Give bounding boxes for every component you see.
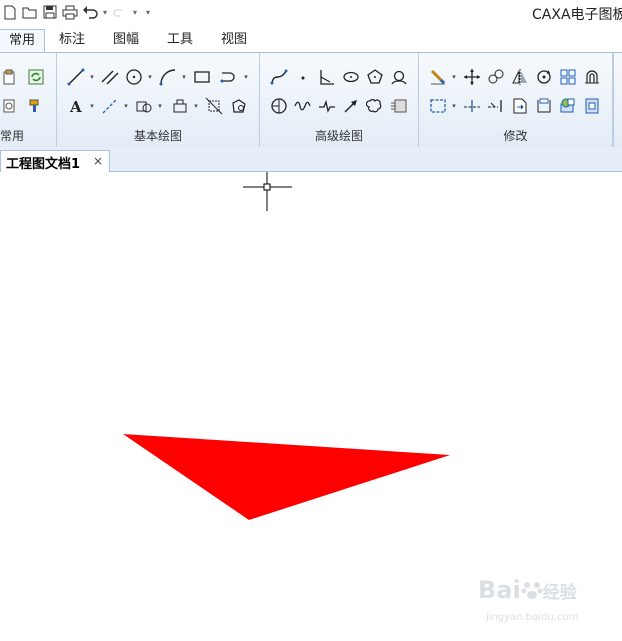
move-icon[interactable] [461, 66, 483, 88]
hatch-line-icon[interactable] [99, 95, 121, 117]
ribbon-tab-bar: 常用 标注 图幅 工具 视图 [0, 26, 622, 54]
watermark-brand-cn: 经验 [542, 583, 577, 603]
drawing-canvas[interactable] [0, 170, 622, 638]
undo-icon[interactable] [80, 3, 100, 21]
red-triangle[interactable] [123, 434, 450, 520]
title-bar: ▾ ▾ ▾ CAXA电子图板 [0, 0, 622, 26]
group-basic-draw-label: 基本绘图 [133, 129, 182, 143]
undo-dropdown-icon[interactable]: ▾ [100, 3, 110, 21]
copy-icon[interactable] [485, 66, 507, 88]
mirror-icon[interactable] [509, 66, 531, 88]
trim-icon[interactable] [461, 95, 483, 117]
line-dropdown-icon[interactable]: ▾ [88, 66, 96, 88]
document-tab-bar: 工程图文档1 × [0, 147, 622, 172]
group-next-partial [613, 53, 622, 147]
rectangle-icon[interactable] [191, 66, 213, 88]
stretch-icon[interactable] [581, 95, 603, 117]
quick-access-toolbar: ▾ ▾ ▾ [0, 3, 156, 21]
array-icon[interactable] [557, 66, 579, 88]
baidu-watermark: Bai 经验 jingyan.baidu.com [478, 570, 598, 630]
break-line-icon[interactable] [316, 95, 338, 117]
point-icon[interactable] [292, 66, 314, 88]
block-dropdown-icon[interactable]: ▾ [192, 95, 200, 117]
wave-line-icon[interactable] [292, 95, 314, 117]
offset-icon[interactable] [581, 66, 603, 88]
print-icon[interactable] [60, 3, 80, 21]
polygon-shape-icon[interactable] [364, 66, 386, 88]
extend-icon[interactable] [485, 95, 507, 117]
line-icon[interactable] [65, 66, 87, 88]
cloud-line-icon[interactable] [364, 95, 386, 117]
circle-icon[interactable] [123, 66, 145, 88]
window-title: CAXA电子图板 [532, 7, 622, 23]
group-common: 常用 [0, 53, 57, 147]
group-advanced-draw: 高级绘图 [260, 53, 419, 147]
erase-icon[interactable] [427, 66, 449, 88]
save-icon[interactable] [40, 3, 60, 21]
angle-line-icon[interactable] [316, 66, 338, 88]
redo-dropdown-icon[interactable]: ▾ [130, 3, 140, 21]
text-icon[interactable]: A [65, 95, 87, 117]
spline-icon[interactable] [268, 66, 290, 88]
watermark-logo: Bai 经验 [478, 576, 577, 604]
donut-icon[interactable] [268, 95, 290, 117]
arc-dropdown-icon[interactable]: ▾ [180, 66, 188, 88]
select-window-icon[interactable] [427, 95, 449, 117]
properties-icon[interactable] [0, 95, 20, 117]
tab-common[interactable]: 常用 [0, 29, 45, 54]
paw-icon [521, 582, 543, 599]
ellipse-icon[interactable] [340, 66, 362, 88]
redo-icon[interactable] [110, 3, 130, 21]
select-dropdown-icon[interactable]: ▾ [450, 95, 458, 117]
fill-dropdown-icon[interactable]: ▾ [156, 95, 164, 117]
block-icon[interactable] [169, 95, 191, 117]
break-icon[interactable] [509, 95, 531, 117]
centerline-dropdown-icon[interactable]: ▾ [242, 66, 250, 88]
arrow-icon[interactable] [340, 95, 362, 117]
group-modify-label: 修改 [503, 129, 528, 143]
polygon-icon[interactable] [228, 95, 250, 117]
tab-tools[interactable]: 工具 [160, 29, 200, 51]
ribbon-panel: 常用 ▾ ▾ ▾ ▾ A ▾ ▾ ▾ ▾ 基本绘图 高级绘图 ▾ ▾ 修改 [0, 52, 622, 148]
circle-dropdown-icon[interactable]: ▾ [146, 66, 154, 88]
trim-box-icon[interactable] [203, 95, 225, 117]
tab-view[interactable]: 视图 [214, 29, 254, 51]
centerline-arc-icon[interactable] [388, 66, 410, 88]
erase-dropdown-icon[interactable]: ▾ [450, 66, 458, 88]
watermark-brand: Bai [478, 576, 521, 604]
parallel-line-icon[interactable] [99, 66, 121, 88]
fillet-icon[interactable] [533, 95, 555, 117]
canvas-svg [123, 170, 450, 520]
document-tab[interactable]: 工程图文档1 × [0, 150, 110, 172]
open-folder-icon[interactable] [20, 3, 40, 21]
tab-sheet[interactable]: 图幅 [106, 29, 146, 51]
text-dropdown-icon[interactable]: ▾ [88, 95, 96, 117]
close-icon[interactable]: × [93, 154, 103, 168]
hatch-line-dropdown-icon[interactable]: ▾ [122, 95, 130, 117]
document-tab-title: 工程图文档1 [6, 157, 81, 172]
rotate-icon[interactable] [533, 66, 555, 88]
regenerate-icon[interactable] [25, 66, 47, 88]
arc-icon[interactable] [157, 66, 179, 88]
format-painter-icon[interactable] [25, 95, 47, 117]
customize-icon[interactable]: ▾ [140, 3, 156, 21]
clipboard-icon[interactable] [0, 66, 20, 88]
svg-text:A: A [69, 98, 82, 115]
chamfer-icon[interactable] [557, 95, 579, 117]
hole-axis-icon[interactable] [388, 95, 410, 117]
group-basic-draw: ▾ ▾ ▾ ▾ A ▾ ▾ ▾ ▾ 基本绘图 [57, 53, 260, 147]
watermark-url: jingyan.baidu.com [486, 612, 579, 623]
group-modify: ▾ ▾ 修改 [419, 53, 613, 147]
centerline-icon[interactable] [217, 66, 239, 88]
crosshair-cursor [243, 170, 292, 211]
group-advanced-draw-label: 高级绘图 [314, 129, 363, 143]
tab-annotation[interactable]: 标注 [52, 29, 92, 51]
new-file-icon[interactable] [0, 3, 20, 21]
group-common-label: 常用 [0, 129, 25, 143]
fill-icon[interactable] [133, 95, 155, 117]
